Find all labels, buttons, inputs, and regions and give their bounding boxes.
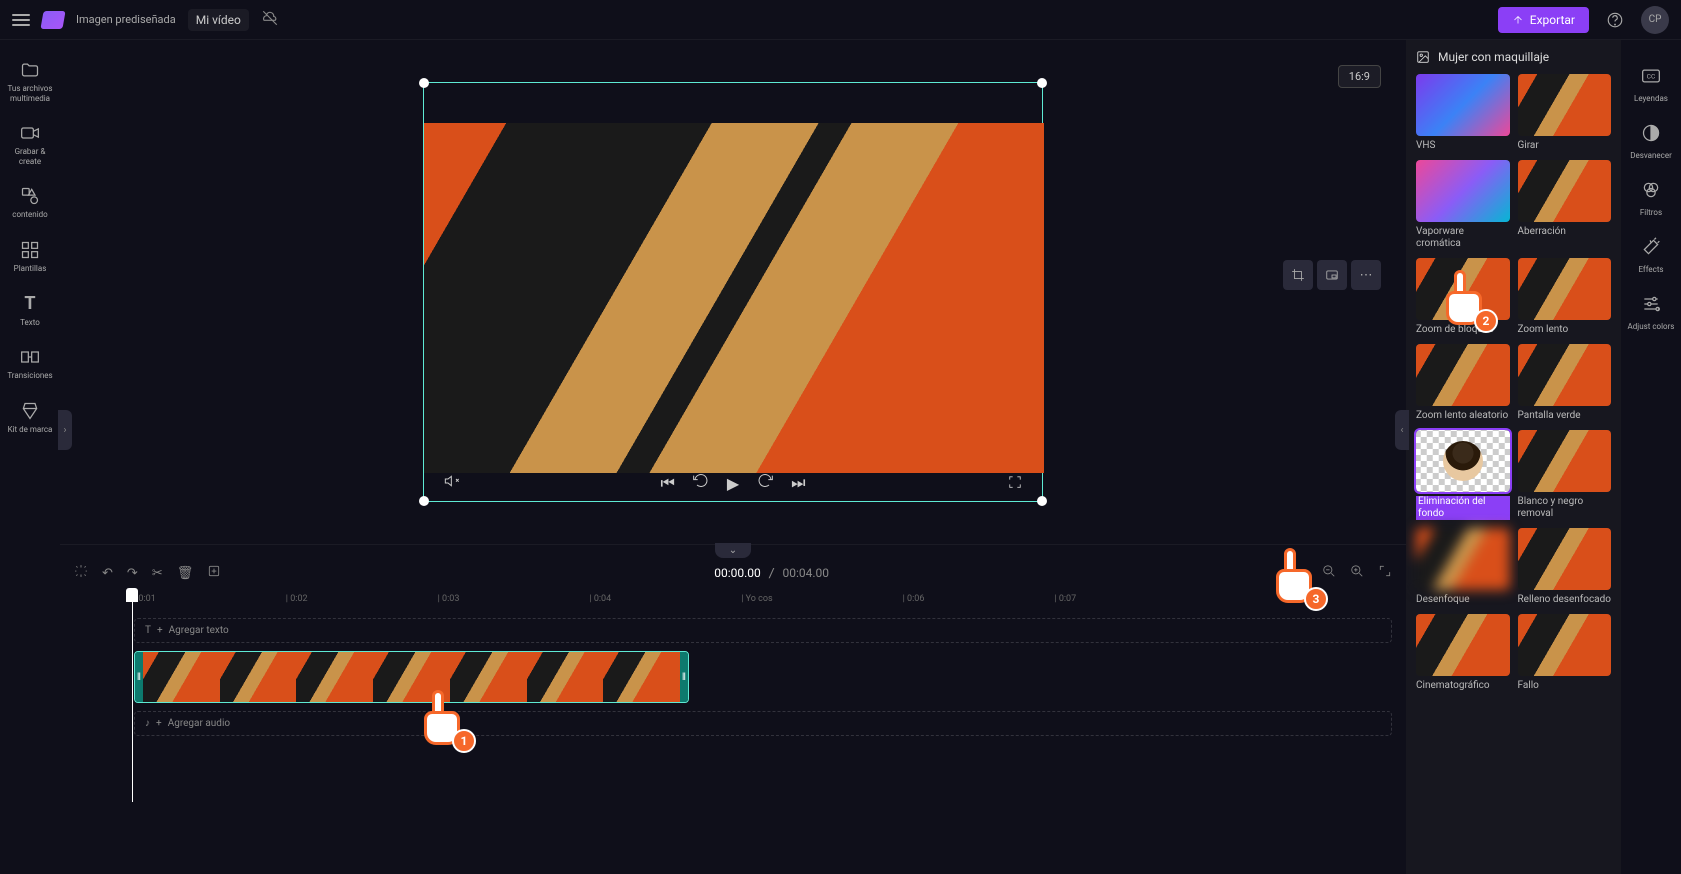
- effect-pantalla-verde[interactable]: Pantalla verde: [1518, 344, 1612, 422]
- aspect-ratio-badge[interactable]: 16:9: [1338, 65, 1381, 88]
- clip-thumbnail: [603, 652, 680, 702]
- clip-thumbnail: [220, 652, 297, 702]
- clip-handle-right[interactable]: ‖: [680, 652, 688, 702]
- time-ruler[interactable]: | 0:01| 0:02| 0:03| 0:04| Yo cos| 0:06| …: [120, 588, 1406, 610]
- sidebar-folder[interactable]: Tus archivos multimedia: [0, 52, 60, 111]
- tutorial-pointer-3: 3: [1270, 548, 1320, 603]
- ruler-mark: | 0:04: [589, 594, 611, 604]
- prev-button[interactable]: ⏮: [660, 473, 674, 493]
- add-audio-track[interactable]: ♪+Agregar audio: [134, 711, 1392, 736]
- mute-button[interactable]: [444, 473, 460, 493]
- menu-button[interactable]: [12, 14, 30, 26]
- effect-cinematográfico[interactable]: Cinematográfico: [1416, 614, 1510, 692]
- pip-button[interactable]: [1317, 260, 1347, 290]
- effect-vaporware-cromática[interactable]: Vaporware cromática: [1416, 160, 1510, 250]
- left-sidebar: Tus archivos multimediaGrabar & createco…: [0, 40, 60, 874]
- forward-button[interactable]: [757, 473, 773, 493]
- time-display: 00:00.00 / 00:04.00: [235, 566, 1308, 580]
- cloud-off-icon[interactable]: [261, 9, 279, 31]
- clip-thumbnail: [296, 652, 373, 702]
- effect-blanco-y-negro-removal[interactable]: Blanco y negro removal: [1518, 430, 1612, 520]
- video-clip[interactable]: ‖ ‖: [134, 651, 689, 703]
- ruler-mark: | 0:02: [286, 594, 308, 604]
- undo-button[interactable]: ↶: [102, 566, 113, 581]
- zoom-in-button[interactable]: [1350, 564, 1364, 582]
- image-icon: [1416, 50, 1430, 64]
- sidebar-shapes[interactable]: contenido: [0, 178, 60, 228]
- rightbar-cc[interactable]: CCLeyendas: [1621, 60, 1681, 109]
- rightbar-filters[interactable]: Filtros: [1621, 174, 1681, 223]
- magic-button[interactable]: [74, 564, 88, 582]
- sidebar-text[interactable]: TTexto: [0, 286, 60, 336]
- ruler-mark: | 0:07: [1054, 594, 1076, 604]
- preview-area: 16:9 ⋯ ⏮ ▶ ⏭: [60, 40, 1406, 544]
- rightbar-fade[interactable]: Desvanecer: [1621, 117, 1681, 166]
- sidebar-kit[interactable]: Kit de marca: [0, 393, 60, 443]
- right-sidebar: CCLeyendas Desvanecer Filtros Effects Adjust…: [1621, 40, 1681, 874]
- tutorial-pointer-2: 2: [1440, 270, 1490, 325]
- fit-button[interactable]: [1378, 564, 1392, 582]
- delete-button[interactable]: 🗑: [177, 566, 194, 581]
- effect-desenfoque[interactable]: Desenfoque: [1416, 528, 1510, 606]
- resize-handle-br[interactable]: [1037, 496, 1047, 506]
- rewind-button[interactable]: [693, 473, 709, 493]
- player-controls: ⏮ ▶ ⏭: [424, 473, 1042, 493]
- sidebar-transitions[interactable]: Transiciones: [0, 339, 60, 389]
- crop-button[interactable]: [1283, 260, 1313, 290]
- play-button[interactable]: ▶: [727, 474, 739, 493]
- rightbar-adjust[interactable]: Adjust colors: [1621, 288, 1681, 337]
- svg-text:CC: CC: [1647, 73, 1656, 81]
- effect-relleno-desenfocado[interactable]: Relleno desenfocado: [1518, 528, 1612, 606]
- fullscreen-button[interactable]: [1008, 474, 1022, 493]
- panel-title: Mujer con maquillaje: [1438, 50, 1549, 64]
- effect-girar[interactable]: Girar: [1518, 74, 1612, 152]
- effect-zoom-lento[interactable]: Zoom lento: [1518, 258, 1612, 336]
- rightbar-wand[interactable]: Effects: [1621, 231, 1681, 280]
- resize-handle-bl[interactable]: [419, 496, 429, 506]
- effect-vhs[interactable]: VHS: [1416, 74, 1510, 152]
- effect-fallo[interactable]: Fallo: [1518, 614, 1612, 692]
- sidebar-camera[interactable]: Grabar & create: [0, 115, 60, 174]
- add-text-track[interactable]: T+Agregar texto: [134, 618, 1392, 643]
- collapse-timeline-button[interactable]: ⌄: [715, 543, 751, 558]
- preset-label: Imagen prediseñada: [76, 13, 176, 26]
- top-bar: Imagen prediseñada Mi vídeo Exportar CP: [0, 0, 1681, 40]
- zoom-out-button[interactable]: [1322, 564, 1336, 582]
- cut-button[interactable]: ✂: [152, 566, 163, 581]
- more-button[interactable]: ⋯: [1351, 260, 1381, 290]
- app-logo: [40, 11, 65, 29]
- clip-thumbnail: [527, 652, 604, 702]
- export-clip-button[interactable]: [207, 564, 221, 582]
- resize-handle-tr[interactable]: [1037, 78, 1047, 88]
- export-button[interactable]: Exportar: [1498, 7, 1589, 33]
- user-avatar[interactable]: CP: [1641, 6, 1669, 34]
- preview-image: [424, 123, 1044, 473]
- effects-panel: Mujer con maquillaje VHSGirarVaporware c…: [1406, 40, 1621, 874]
- expand-right-handle[interactable]: ‹: [1395, 410, 1409, 450]
- next-button[interactable]: ⏭: [791, 473, 805, 493]
- help-button[interactable]: [1601, 6, 1629, 34]
- effect-zoom-lento-aleatorio[interactable]: Zoom lento aleatorio: [1416, 344, 1510, 422]
- clip-toolbar: ⋯: [1283, 260, 1381, 290]
- ruler-mark: | Yo cos: [741, 594, 772, 604]
- effect-aberración[interactable]: Aberración: [1518, 160, 1612, 250]
- effect-eliminación-del-fondo[interactable]: Eliminación del fondo: [1416, 430, 1510, 520]
- preview-frame[interactable]: ⏮ ▶ ⏭: [423, 82, 1043, 502]
- tutorial-pointer-1: 1: [418, 690, 468, 745]
- sidebar-grid[interactable]: Plantillas: [0, 232, 60, 282]
- ruler-mark: | 0:03: [438, 594, 460, 604]
- project-name[interactable]: Mi vídeo: [188, 9, 249, 31]
- resize-handle-tl[interactable]: [419, 78, 429, 88]
- ruler-mark: | 0:06: [903, 594, 925, 604]
- clip-thumbnail: [143, 652, 220, 702]
- redo-button[interactable]: ↷: [127, 566, 138, 581]
- timeline: ⌄ ↶ ↷ ✂ 🗑 00:00.00 / 00:04.00 | 0:01| 0:…: [60, 544, 1406, 874]
- clip-handle-left[interactable]: ‖: [135, 652, 143, 702]
